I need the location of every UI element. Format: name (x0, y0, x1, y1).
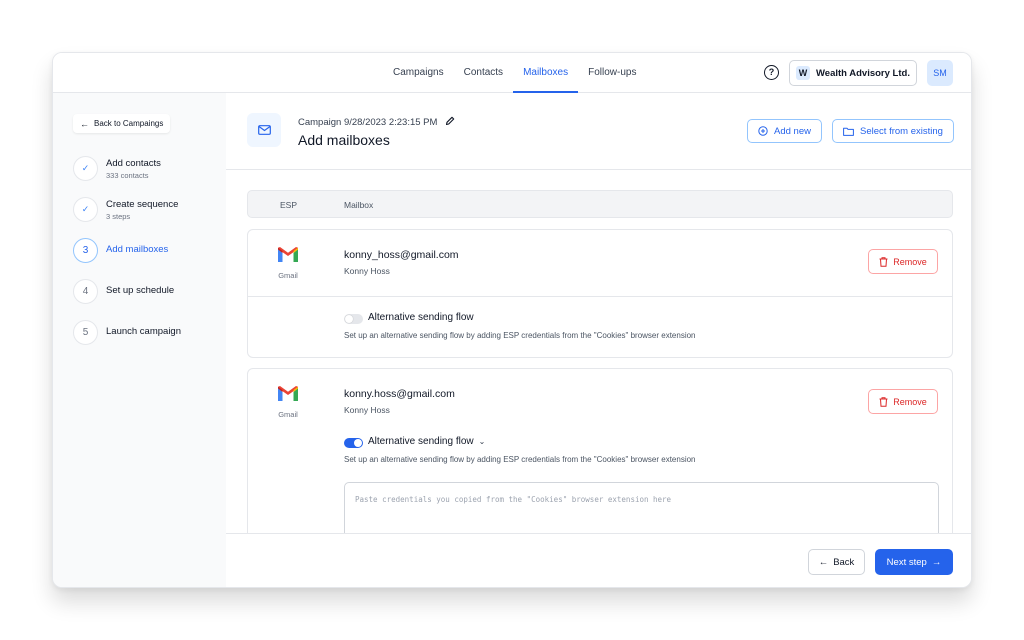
alternative-flow-title[interactable]: Alternative sending flow ⌄ (368, 436, 485, 447)
back-button[interactable]: ← Back (808, 549, 865, 575)
plus-circle-icon (758, 126, 768, 136)
step-sub: 3 steps (106, 212, 131, 221)
pencil-icon[interactable] (445, 116, 455, 129)
tab-campaigns[interactable]: Campaigns (383, 53, 454, 93)
select-from-existing-label: Select from existing (860, 125, 943, 137)
mailbox-card: Gmail konny_hoss@gmail.com Konny Hoss Re… (247, 229, 953, 358)
back-to-campaigns-button[interactable]: ← Back to Campaings (73, 114, 171, 133)
workspace-badge: W (796, 66, 810, 80)
mailbox-email: konny.hoss@gmail.com (344, 388, 455, 400)
trash-icon (879, 396, 888, 407)
alternative-flow-toggle[interactable] (344, 314, 363, 324)
arrow-left-icon: ← (818, 556, 829, 568)
step-set-up-schedule[interactable]: 4 Set up schedule (73, 279, 174, 304)
remove-button[interactable]: Remove (868, 389, 938, 414)
step-number: 3 (73, 238, 98, 263)
campaign-meta: Campaign 9/28/2023 2:23:15 PM (298, 116, 455, 129)
footer: ← Back Next step → (226, 533, 971, 587)
step-add-mailboxes[interactable]: 3 Add mailboxes (73, 238, 168, 263)
tab-follow-ups[interactable]: Follow-ups (578, 53, 646, 93)
table-header: ESP Mailbox (247, 190, 953, 218)
column-header-esp: ESP (280, 200, 298, 210)
alternative-flow-description: Set up an alternative sending flow by ad… (344, 331, 696, 340)
select-from-existing-button[interactable]: Select from existing (832, 119, 954, 143)
remove-label: Remove (893, 256, 927, 267)
alternative-flow-title: Alternative sending flow (368, 312, 474, 323)
step-label: Add mailboxes (106, 244, 169, 255)
mail-icon (247, 113, 281, 147)
esp-label: Gmail (278, 271, 298, 280)
next-step-label: Next step (886, 556, 927, 568)
remove-label: Remove (893, 396, 927, 407)
mailbox-card: Gmail konny.hoss@gmail.com Konny Hoss Re… (247, 368, 953, 548)
mailbox-email: konny_hoss@gmail.com (344, 249, 459, 261)
page-title: Add mailboxes (298, 132, 390, 148)
tab-contacts[interactable]: Contacts (454, 53, 513, 93)
esp-label: Gmail (278, 410, 298, 419)
arrow-right-icon: → (931, 556, 942, 568)
step-add-contacts[interactable]: ✓ Add contacts 333 contacts (73, 156, 161, 181)
step-number: 5 (73, 320, 98, 345)
chevron-down-icon: ⌄ (478, 437, 486, 446)
workspace-switcher[interactable]: W Wealth Advisory Ltd. (789, 60, 917, 86)
step-launch-campaign[interactable]: 5 Launch campaign (73, 320, 181, 345)
tab-mailboxes[interactable]: Mailboxes (513, 53, 579, 93)
step-label: Create sequence (106, 199, 179, 210)
alternative-flow-toggle[interactable] (344, 438, 363, 448)
alternative-flow-label: Alternative sending flow (368, 436, 474, 447)
step-sub: 333 contacts (106, 171, 149, 180)
step-label: Launch campaign (106, 326, 181, 337)
main-nav: Campaigns Contacts Mailboxes Follow-ups (383, 53, 646, 93)
alternative-flow-description: Set up an alternative sending flow by ad… (344, 455, 696, 464)
arrow-left-icon: ← (80, 118, 89, 129)
step-label: Add contacts (106, 158, 161, 169)
help-icon[interactable]: ? (764, 65, 779, 80)
remove-button[interactable]: Remove (868, 249, 938, 274)
back-label: Back (833, 556, 855, 568)
column-header-mailbox: Mailbox (344, 200, 374, 210)
folder-icon (843, 127, 854, 136)
gmail-logo-icon (278, 247, 298, 262)
check-icon: ✓ (73, 156, 98, 181)
trash-icon (879, 256, 888, 267)
gmail-logo-icon (278, 386, 298, 401)
mailbox-owner: Konny Hoss (344, 405, 390, 415)
header-divider (226, 169, 971, 170)
next-step-button[interactable]: Next step → (875, 549, 953, 575)
check-icon: ✓ (73, 197, 98, 222)
app-window: Campaigns Contacts Mailboxes Follow-ups … (52, 52, 972, 588)
mailbox-owner: Konny Hoss (344, 266, 390, 276)
step-label: Set up schedule (106, 285, 175, 296)
add-new-label: Add new (774, 125, 811, 137)
campaign-name: Campaign 9/28/2023 2:23:15 PM (298, 117, 438, 128)
top-bar: Campaigns Contacts Mailboxes Follow-ups … (53, 53, 971, 93)
alternative-flow-label: Alternative sending flow (368, 312, 474, 323)
add-new-button[interactable]: Add new (747, 119, 822, 143)
workspace-name: Wealth Advisory Ltd. (816, 67, 910, 79)
sidebar: ← Back to Campaings ✓ Add contacts 333 c… (53, 93, 226, 587)
back-to-campaigns-label: Back to Campaings (94, 119, 164, 128)
card-divider (248, 296, 952, 297)
user-avatar[interactable]: SM (927, 60, 953, 86)
step-create-sequence[interactable]: ✓ Create sequence 3 steps (73, 197, 178, 222)
step-number: 4 (73, 279, 98, 304)
